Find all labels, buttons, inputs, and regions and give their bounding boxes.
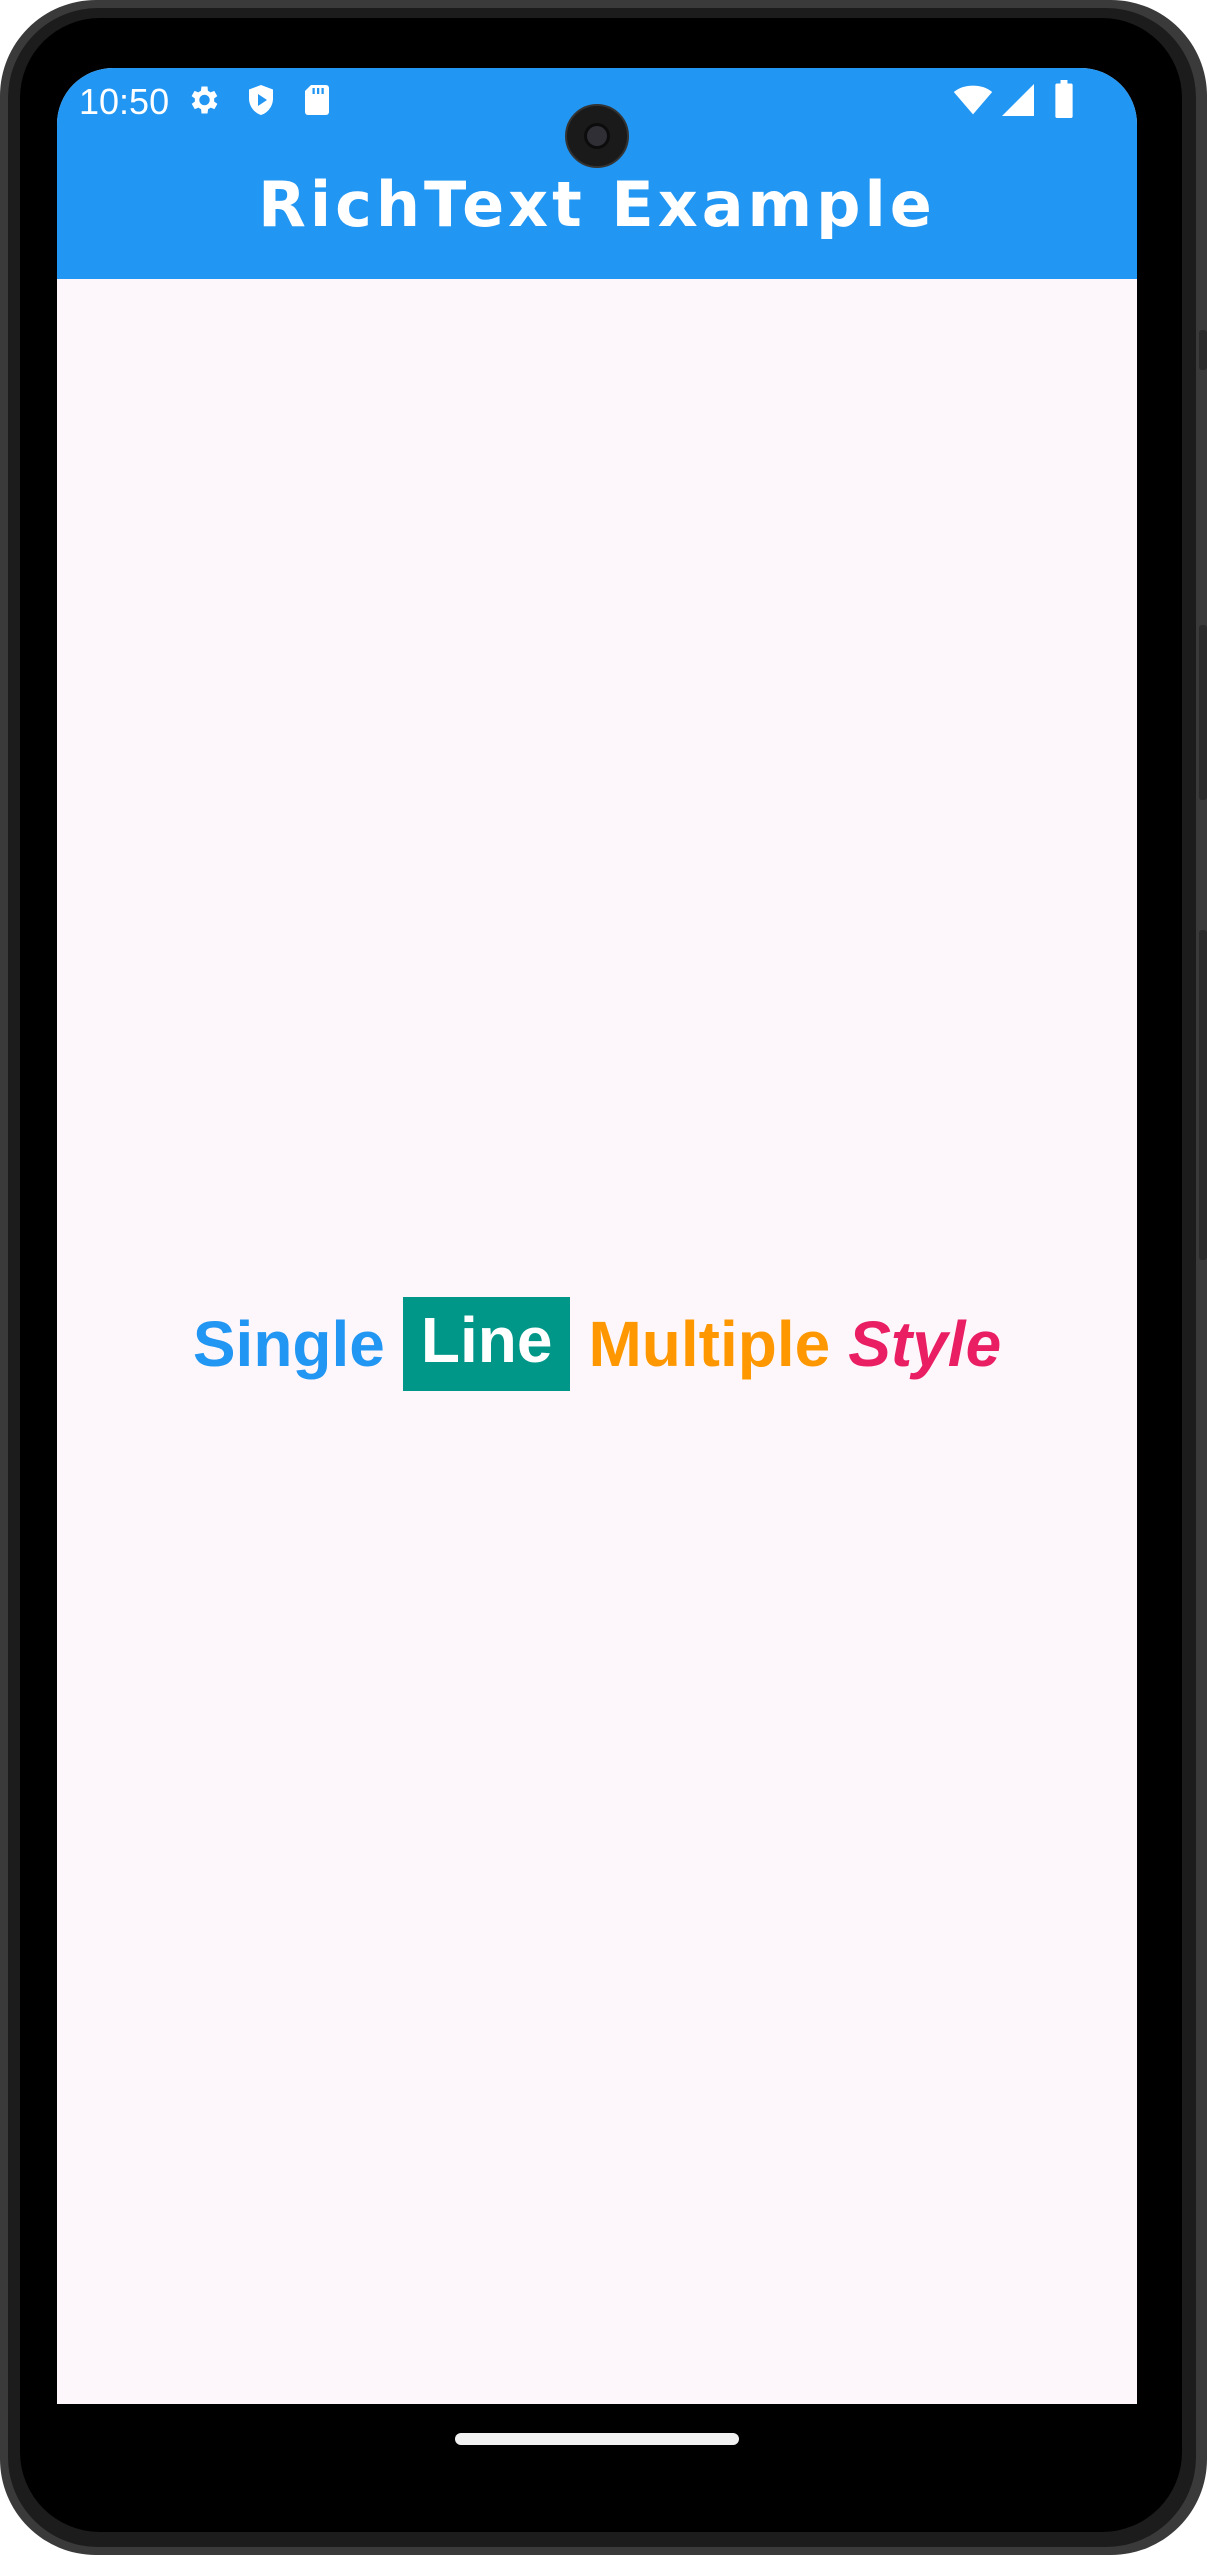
rich-text-span-single: Single bbox=[192, 1308, 385, 1380]
app-bar: 10:50 RichText Example bbox=[57, 68, 1137, 279]
side-button-top bbox=[1199, 330, 1207, 370]
rich-text-span-line: Line bbox=[402, 1297, 571, 1391]
settings-icon bbox=[185, 82, 221, 123]
camera-lens bbox=[587, 126, 607, 146]
power-button bbox=[1199, 625, 1207, 800]
app-title: RichText Example bbox=[258, 168, 936, 241]
front-camera bbox=[565, 104, 629, 168]
rich-text-span-style: Style bbox=[848, 1308, 1002, 1380]
battery-icon bbox=[1053, 80, 1075, 123]
rich-text-span-multiple: Multiple bbox=[588, 1308, 831, 1380]
home-gesture-handle[interactable] bbox=[455, 2433, 739, 2445]
status-time: 10:50 bbox=[79, 81, 170, 122]
shield-play-icon bbox=[243, 82, 279, 123]
signal-icon bbox=[1001, 84, 1035, 121]
screen: 10:50 RichText Example Single Line Multi… bbox=[57, 68, 1137, 2468]
wifi-icon bbox=[953, 84, 993, 121]
rich-text-line: Single Line Multiple Style bbox=[57, 1296, 1137, 1392]
volume-button bbox=[1199, 930, 1207, 1260]
sd-card-icon bbox=[301, 82, 333, 123]
